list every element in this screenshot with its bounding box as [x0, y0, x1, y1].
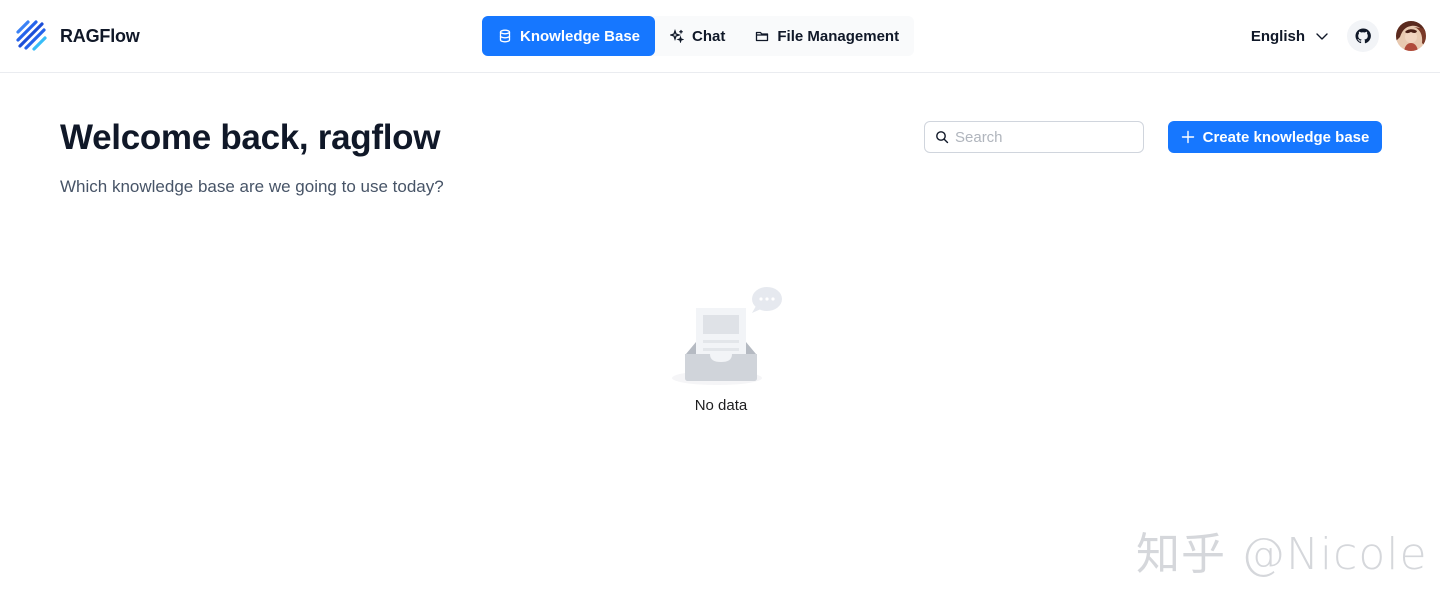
chevron-down-icon — [1316, 33, 1328, 40]
ragflow-logo-icon — [16, 20, 47, 51]
main-nav: Knowledge Base Chat File Management — [482, 16, 915, 56]
empty-state-text: No data — [694, 397, 748, 414]
watermark: 知乎 @Nicole — [1136, 529, 1428, 580]
search-input[interactable] — [955, 128, 1135, 146]
folder-icon — [756, 31, 769, 42]
sparkle-icon — [670, 29, 685, 43]
empty-inbox-icon — [672, 287, 782, 385]
page-title: Welcome back, ragflow — [60, 118, 441, 157]
tab-label: Chat — [692, 27, 726, 45]
app-logo[interactable]: RAGFlow — [16, 20, 140, 52]
create-button-label: Create knowledge base — [1202, 128, 1370, 146]
create-knowledge-base-button[interactable]: Create knowledge base — [1168, 121, 1382, 153]
tab-chat[interactable]: Chat — [655, 16, 740, 56]
plus-icon — [1181, 130, 1194, 144]
github-button[interactable] — [1347, 20, 1379, 52]
tab-label: File Management — [777, 27, 900, 45]
language-label: English — [1250, 27, 1305, 45]
tab-file-management[interactable]: File Management — [740, 16, 914, 56]
tab-knowledge-base[interactable]: Knowledge Base — [482, 16, 656, 56]
avatar-icon — [1396, 21, 1426, 51]
header-actions: English — [1251, 20, 1426, 52]
search-box[interactable] — [924, 121, 1144, 153]
github-icon — [1355, 28, 1371, 44]
app-name: RAGFlow — [60, 25, 140, 46]
language-selector[interactable]: English — [1251, 28, 1329, 45]
user-avatar[interactable] — [1396, 21, 1426, 51]
page-subtitle: Which knowledge base are we going to use… — [60, 177, 444, 196]
database-icon — [499, 29, 511, 43]
top-header: RAGFlow Knowledge Base Chat File Managem… — [0, 0, 1440, 73]
empty-state: No data — [660, 284, 782, 414]
search-icon — [936, 131, 949, 144]
tab-label: Knowledge Base — [520, 27, 641, 45]
